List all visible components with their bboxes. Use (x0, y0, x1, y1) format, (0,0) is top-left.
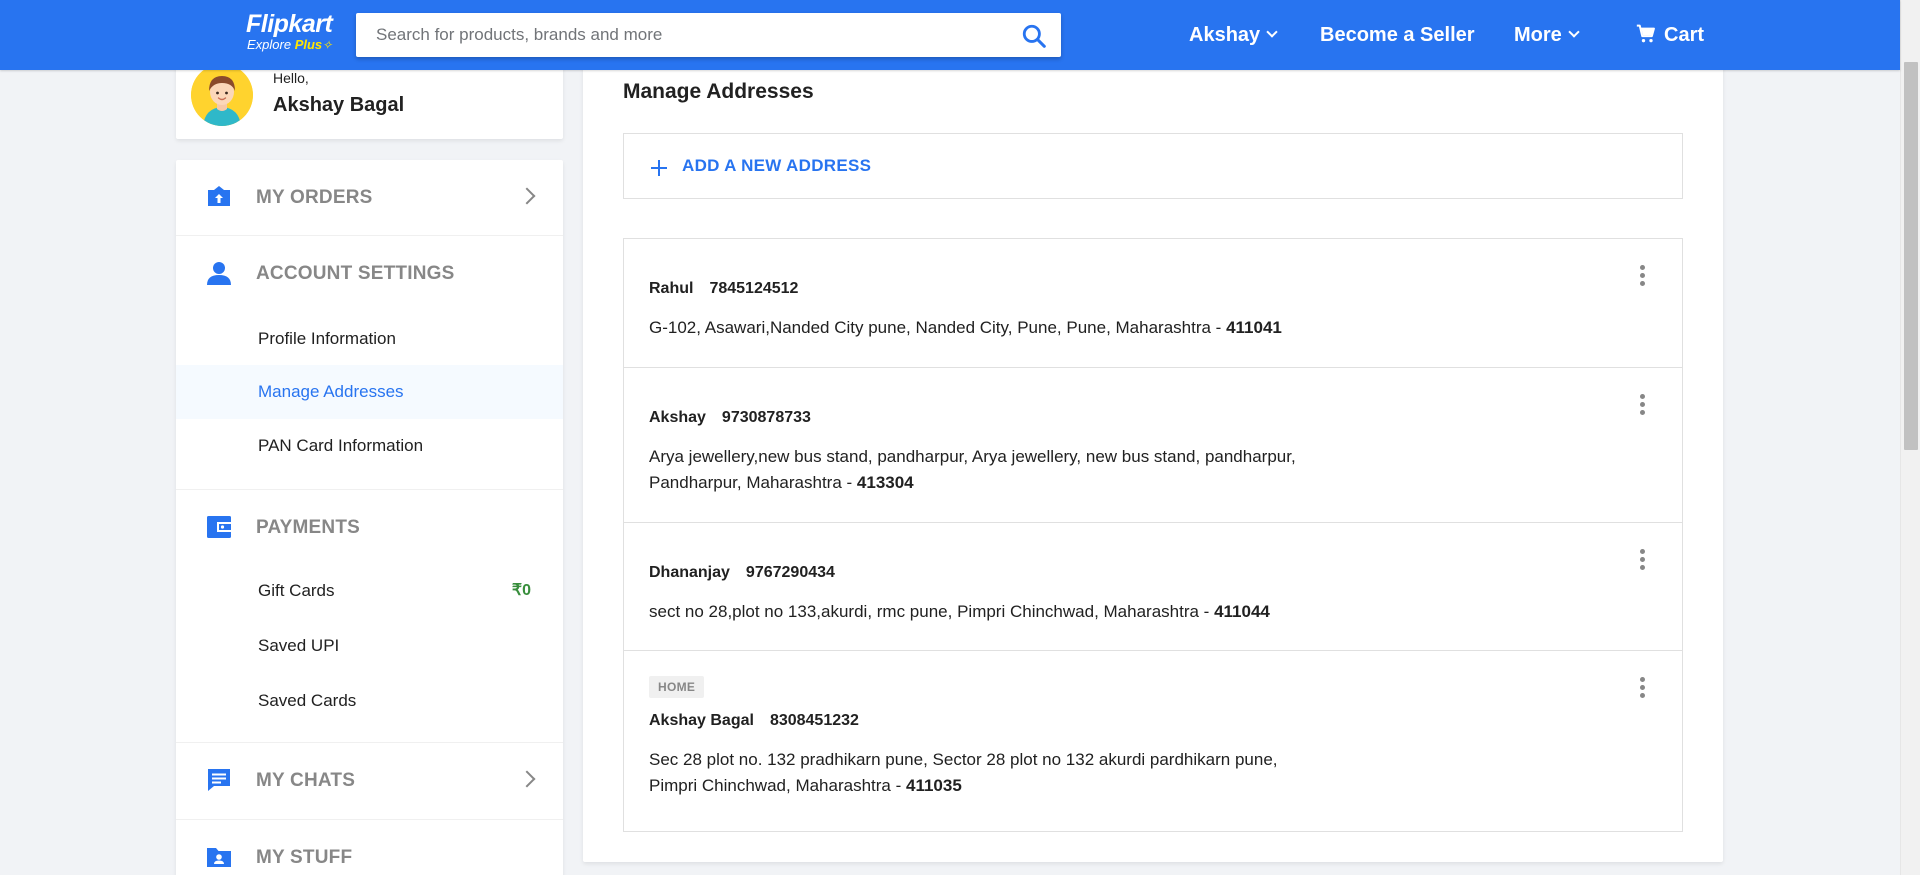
address-text: sect no 28,plot no 133,akurdi, rmc pune,… (649, 599, 1549, 625)
search-input[interactable] (356, 13, 996, 57)
address-type-badge: HOME (649, 676, 705, 698)
gift-cards-label: Gift Cards (258, 581, 335, 600)
gift-card-balance: ₹0 (511, 582, 531, 599)
address-contact: Akshay 9730878733 (649, 408, 1657, 428)
flipkart-logo[interactable]: Flipkart Explore Plus✧ (246, 10, 342, 52)
address-pincode: 411035 (905, 776, 962, 795)
account-menu[interactable]: Akshay (1189, 0, 1278, 70)
cart-link[interactable]: Cart (1636, 0, 1704, 70)
sidebar-heading-account-settings: ACCOUNT SETTINGS (176, 236, 563, 312)
page-title: Manage Addresses (623, 80, 814, 103)
account-sidebar: MY ORDERS ACCOUNT SETTINGS Profile Infor… (176, 160, 563, 875)
top-header: Flipkart Explore Plus✧ Akshay Become a S… (0, 0, 1900, 70)
account-menu-label: Akshay (1189, 24, 1261, 46)
search-icon[interactable] (1021, 23, 1047, 49)
more-options-icon[interactable] (1636, 394, 1648, 416)
add-address-label: ADD A NEW ADDRESS (682, 156, 872, 175)
address-text: G-102, Asawari,Nanded City pune, Nanded … (649, 315, 1549, 341)
address-list: Rahul 7845124512 G-102, Asawari,Nanded Ci… (623, 238, 1683, 832)
more-options-icon[interactable] (1636, 265, 1648, 287)
sidebar-item-pan-card[interactable]: PAN Card Information (176, 419, 563, 473)
section-title: ACCOUNT SETTINGS (256, 263, 455, 284)
sidebar-item-profile-information[interactable]: Profile Information (176, 312, 563, 366)
more-options-icon[interactable] (1636, 677, 1648, 699)
sidebar-section-orders: MY ORDERS (176, 160, 563, 236)
address-item: HOME Akshay Bagal 8308451232 Sec 28 plot … (624, 651, 1682, 832)
cart-icon (1636, 24, 1655, 43)
sidebar-item-my-chats[interactable]: MY CHATS (176, 743, 563, 819)
chevron-right-icon (518, 770, 536, 788)
address-line: G-102, Asawari,Nanded City pune, Nanded … (649, 318, 1227, 337)
more-menu[interactable]: More (1514, 0, 1580, 70)
search-bar (356, 13, 1061, 57)
address-pincode: 411041 (1226, 318, 1282, 337)
sidebar-item-my-stuff[interactable]: MY STUFF (176, 820, 563, 875)
greeting-text: Hello, (273, 70, 309, 86)
avatar-illustration (191, 64, 253, 126)
address-line: Sec 28 plot no. 132 pradhikarn pune, Sec… (649, 750, 1278, 795)
address-line: Arya jewellery,new bus stand, pandharpur… (649, 447, 1296, 492)
manage-addresses-panel: Manage Addresses ADD A NEW ADDRESS Rahul… (583, 50, 1723, 862)
plus-icon (651, 160, 667, 176)
address-phone: 9767290434 (745, 564, 835, 581)
address-item: Akshay 9730878733 Arya jewellery,new bus … (624, 368, 1682, 523)
address-name: Dhananjay (649, 564, 730, 581)
user-name: Akshay Bagal (273, 94, 405, 116)
address-phone: 7845124512 (709, 280, 799, 297)
page-scrollbar[interactable] (1900, 0, 1920, 875)
add-address-button[interactable]: ADD A NEW ADDRESS (623, 133, 1683, 199)
chevron-down-icon (1568, 26, 1580, 38)
scrollbar-thumb[interactable] (1904, 62, 1918, 450)
folder-user-icon (207, 848, 231, 867)
sidebar-section-account: ACCOUNT SETTINGS Profile Information Man… (176, 236, 563, 490)
address-contact: Rahul 7845124512 (649, 279, 1657, 299)
user-icon (207, 262, 231, 285)
sidebar-section-stuff: MY STUFF (176, 820, 563, 875)
avatar (191, 64, 253, 126)
address-text: Arya jewellery,new bus stand, pandharpur… (649, 444, 1299, 496)
more-options-icon[interactable] (1636, 549, 1648, 571)
address-phone: 9730878733 (721, 409, 811, 426)
orders-icon (208, 186, 230, 206)
sidebar-item-saved-cards[interactable]: Saved Cards (176, 674, 563, 728)
chat-icon (208, 769, 230, 791)
address-item: Dhananjay 9767290434 sect no 28,plot no 1… (624, 523, 1682, 651)
logo-wordmark: Flipkart (246, 10, 333, 38)
sidebar-section-chats: MY CHATS (176, 743, 563, 820)
address-name: Akshay (649, 409, 706, 426)
more-menu-label: More (1514, 24, 1562, 46)
become-seller-link[interactable]: Become a Seller (1320, 0, 1475, 70)
logo-tagline: Explore Plus✧ (247, 37, 342, 53)
section-title: MY CHATS (256, 770, 356, 791)
address-contact: Dhananjay 9767290434 (649, 563, 1657, 583)
section-title: MY ORDERS (256, 187, 373, 208)
cart-label: Cart (1664, 24, 1705, 46)
address-name: Akshay Bagal (649, 712, 754, 729)
address-text: Sec 28 plot no. 132 pradhikarn pune, Sec… (649, 747, 1299, 799)
sidebar-item-gift-cards[interactable]: Gift Cards ₹0 (176, 564, 563, 618)
address-line: sect no 28,plot no 133,akurdi, rmc pune,… (649, 602, 1215, 621)
sidebar-item-manage-addresses[interactable]: Manage Addresses (176, 365, 563, 419)
address-phone: 8308451232 (769, 712, 859, 729)
section-title: PAYMENTS (256, 517, 361, 538)
logo-plus-text: Plus (294, 37, 323, 52)
address-contact: Akshay Bagal 8308451232 (649, 711, 1657, 731)
wallet-icon (207, 516, 231, 538)
address-pincode: 413304 (856, 473, 914, 492)
plus-star-icon: ✧ (322, 38, 333, 52)
sidebar-heading-payments: PAYMENTS (176, 490, 563, 566)
chevron-down-icon (1266, 26, 1278, 38)
section-title: MY STUFF (256, 847, 353, 868)
address-pincode: 411044 (1214, 602, 1270, 621)
sidebar-item-saved-upi[interactable]: Saved UPI (176, 619, 563, 673)
sidebar-item-my-orders[interactable]: MY ORDERS (176, 160, 563, 236)
become-seller-label: Become a Seller (1320, 24, 1475, 46)
address-item: Rahul 7845124512 G-102, Asawari,Nanded Ci… (624, 239, 1682, 368)
chevron-right-icon (518, 187, 536, 205)
address-name: Rahul (649, 280, 694, 297)
sidebar-section-payments: PAYMENTS Gift Cards ₹0 Saved UPI Saved C… (176, 490, 563, 743)
logo-explore-text: Explore (247, 37, 292, 52)
